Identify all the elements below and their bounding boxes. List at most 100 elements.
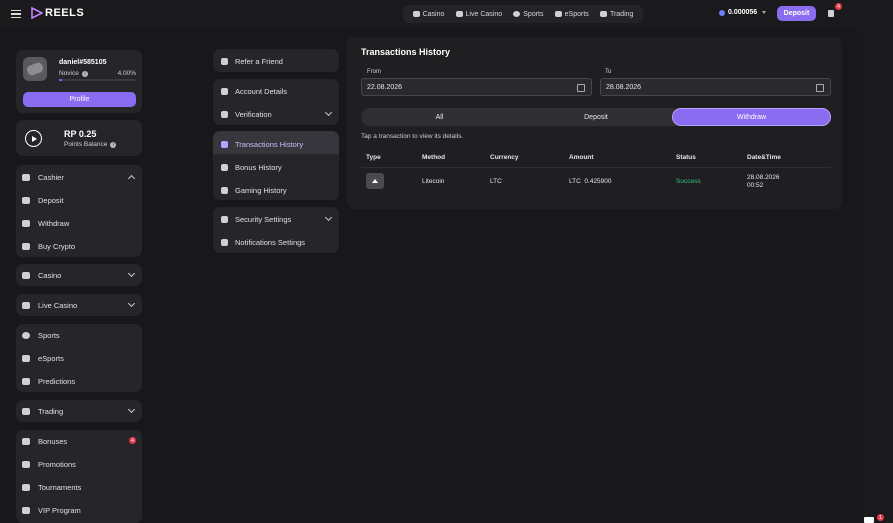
tab-all[interactable]: All: [361, 108, 518, 126]
sidebar-item-deposit[interactable]: Deposit: [22, 196, 63, 205]
level-progress-bar: [59, 79, 136, 81]
avatar[interactable]: [23, 57, 47, 81]
calendar-icon[interactable]: [816, 84, 824, 92]
litecoin-icon: [719, 9, 725, 16]
sidebar-item-live-casino[interactable]: Live Casino: [22, 301, 77, 310]
live-casino-icon: [22, 302, 30, 309]
sidebar-item-casino[interactable]: Casino: [22, 271, 61, 280]
gift-icon[interactable]: [828, 10, 834, 17]
sidebar-item-tournaments[interactable]: Tournaments: [22, 483, 81, 492]
refer-icon: [221, 58, 228, 65]
chevron-down-icon: [762, 11, 767, 14]
verification-icon: [221, 111, 228, 118]
user-icon: [221, 88, 228, 95]
menu-item-account-details[interactable]: Account Details: [221, 87, 287, 96]
top-nav: Casino Live Casino Sports eSports Tradin…: [403, 5, 643, 23]
chat-badge: 1: [877, 514, 884, 521]
username: daniel#585105: [59, 59, 107, 66]
folder-icon: [22, 197, 30, 204]
menu-item-verification[interactable]: Verification: [221, 110, 272, 119]
bell-icon: [221, 239, 228, 246]
reels-points-icon: [25, 130, 42, 147]
menu-item-gaming-history[interactable]: Gaming History: [221, 186, 287, 195]
nav-esports[interactable]: eSports: [554, 11, 589, 18]
menu-item-security-settings[interactable]: Security Settings: [221, 215, 291, 224]
column-header-amount: Amount: [569, 154, 594, 161]
info-icon[interactable]: i: [81, 70, 88, 77]
logo-play-icon: [31, 7, 43, 19]
profile-button[interactable]: Profile: [23, 92, 136, 107]
sidebar-item-buy-crypto[interactable]: Buy Crypto: [22, 242, 75, 251]
predictions-icon: [22, 378, 30, 385]
casino-icon: [22, 272, 30, 279]
sidebar-item-esports[interactable]: eSports: [22, 354, 64, 363]
to-date-input[interactable]: 28.08.2026: [600, 78, 831, 96]
nav-sports[interactable]: Sports: [513, 11, 544, 18]
column-header-method: Method: [422, 154, 446, 161]
logo[interactable]: REELS: [31, 7, 84, 19]
document-icon: [221, 141, 228, 148]
sidebar-item-promotions[interactable]: Promotions: [22, 460, 76, 469]
chat-icon[interactable]: [864, 517, 874, 523]
promotions-icon: [22, 461, 30, 468]
profile-card: daniel#585105 Novice i 4.00% Profile: [16, 50, 142, 113]
gift-badge: 4: [835, 3, 842, 10]
tab-withdraw[interactable]: Withdraw: [672, 108, 831, 126]
level-progress-fill: [59, 79, 63, 81]
user-level: Novice i: [59, 70, 88, 77]
casino-icon: [412, 11, 420, 17]
menu-item-notifications-settings[interactable]: Notifications Settings: [221, 238, 305, 247]
shield-icon: [221, 216, 228, 223]
trading-chart-icon: [22, 408, 30, 415]
balance-selector[interactable]: 0.000056: [719, 9, 767, 16]
crown-icon: [22, 507, 30, 514]
deposit-button[interactable]: Deposit: [777, 6, 816, 21]
sidebar-item-cashier[interactable]: Cashier: [22, 173, 64, 182]
calendar-icon[interactable]: [577, 84, 585, 92]
scrollbar-track[interactable]: [857, 28, 893, 523]
row-method: Litecoin: [422, 178, 445, 185]
balance-value: 0.000056: [728, 9, 758, 16]
gamepad-icon: [554, 11, 562, 17]
row-currency: LTC: [490, 178, 502, 185]
row-amount: LTC 0.425900: [569, 178, 612, 185]
sidebar-item-withdraw[interactable]: Withdraw: [22, 219, 69, 228]
nav-live-casino[interactable]: Live Casino: [455, 11, 502, 18]
from-label: From: [367, 69, 381, 75]
column-header-type: Type: [366, 154, 381, 161]
column-header-status: Status: [676, 154, 696, 161]
menu-item-transactions-history[interactable]: Transactions History: [221, 140, 303, 149]
trophy-icon: [22, 484, 30, 491]
menu-icon[interactable]: [11, 10, 21, 18]
top-bar: REELS Casino Live Casino Sports eSports …: [0, 0, 893, 28]
sidebar-item-predictions[interactable]: Predictions: [22, 377, 75, 386]
gift-icon: [22, 438, 30, 445]
sidebar-item-sports[interactable]: Sports: [22, 331, 60, 340]
page-title: Transactions History: [361, 47, 451, 57]
nav-casino[interactable]: Casino: [412, 11, 444, 18]
gamepad-icon: [22, 355, 30, 362]
menu-item-refer-friend[interactable]: Refer a Friend: [221, 57, 283, 66]
points-label: Points Balance i: [64, 141, 117, 148]
nav-trading[interactable]: Trading: [599, 11, 633, 18]
divider: [361, 167, 831, 168]
tab-deposit[interactable]: Deposit: [518, 108, 674, 126]
sports-ball-icon: [22, 332, 30, 339]
sidebar-item-trading[interactable]: Trading: [22, 407, 63, 416]
wallet-icon: [22, 174, 30, 181]
to-label: To: [605, 69, 612, 75]
column-header-datetime: Date&Time: [747, 154, 781, 161]
trading-chart-icon: [599, 11, 607, 17]
sidebar-item-bonuses[interactable]: Bonuses: [22, 437, 67, 446]
arrow-up-icon: [366, 173, 384, 189]
menu-item-bonus-history[interactable]: Bonus History: [221, 163, 282, 172]
sidebar-item-vip-program[interactable]: VIP Program: [22, 506, 81, 515]
info-icon[interactable]: i: [110, 141, 117, 148]
level-progress-percent: 4.00%: [117, 70, 136, 77]
live-casino-icon: [455, 11, 463, 17]
hint-text: Tap a transaction to view its details.: [361, 133, 464, 140]
column-header-currency: Currency: [490, 154, 519, 161]
folder-out-icon: [22, 220, 30, 227]
sports-ball-icon: [513, 11, 521, 17]
from-date-input[interactable]: 22.08.2026: [361, 78, 592, 96]
